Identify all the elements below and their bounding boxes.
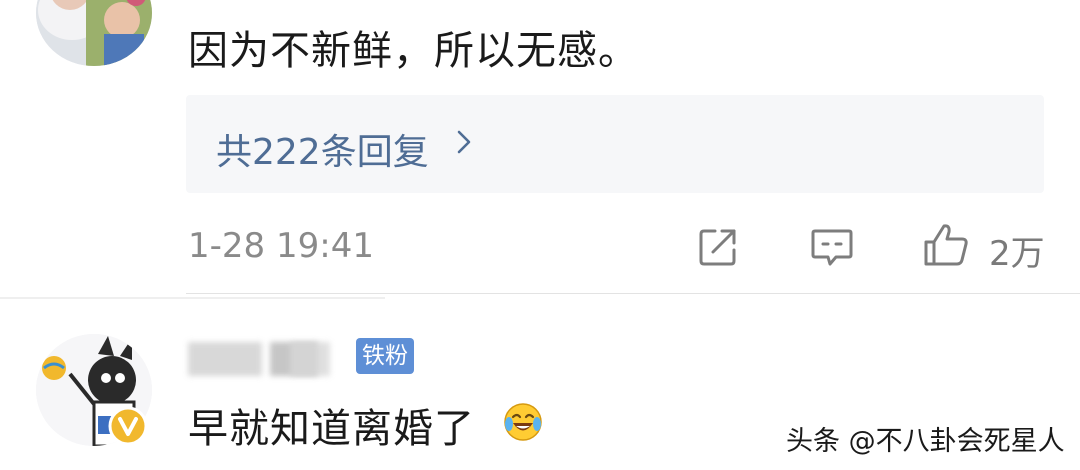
fan-badge: 铁粉 [356,338,414,374]
avatar-photo [36,0,152,66]
view-replies-link[interactable]: 共222条回复 [216,123,429,175]
commenter-avatar[interactable] [36,0,152,66]
divider [186,293,1080,294]
chevron-right-icon [457,130,471,154]
divider [0,297,385,299]
share-icon[interactable] [697,226,739,268]
replies-panel[interactable]: 共222条回复 [186,95,1044,193]
watermark: 头条 @不八卦会死星人 [786,426,1065,457]
comment-timestamp: 1-28 19:41 [188,226,374,266]
like-count: 2万 [989,234,1045,274]
like-icon[interactable] [922,222,970,268]
verified-v-icon [108,406,148,446]
comment-icon[interactable] [810,226,854,268]
laugh-cry-emoji-icon [504,403,542,441]
comment-text: 早就知道离婚了 [188,406,475,452]
comment-text: 因为不新鲜，所以无感。 [188,28,639,74]
